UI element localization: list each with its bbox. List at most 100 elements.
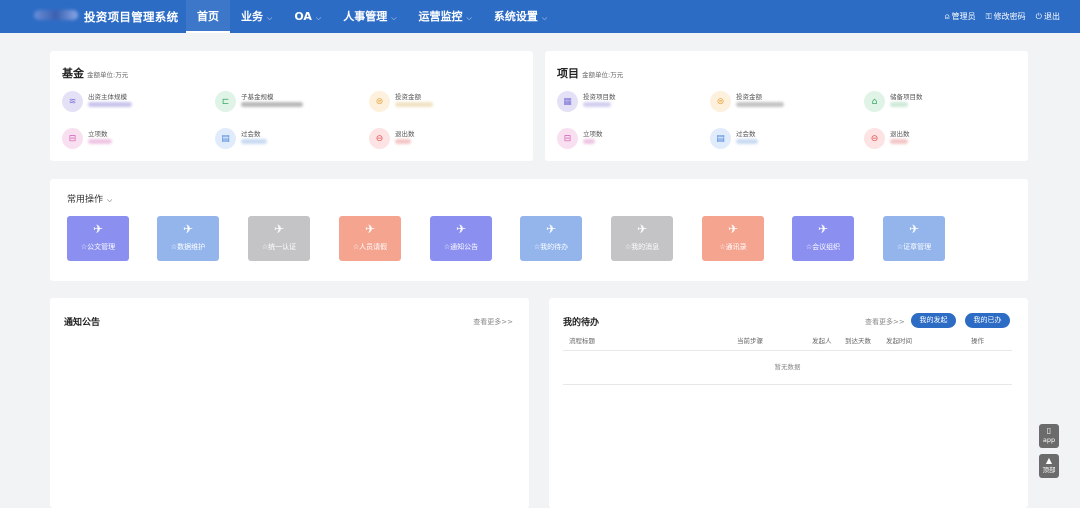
- tile-seal-mgmt[interactable]: ✈ ☆证章管理: [883, 216, 945, 261]
- inbox-icon: ⊟: [557, 128, 578, 149]
- main-nav: 首页 业务 ⌵ OA ⌵ 人事管理 ⌵ 运营监控 ⌵ 系统设置 ⌵: [186, 0, 558, 33]
- my-done-button[interactable]: 我的已办: [965, 313, 1010, 328]
- todo-more-link[interactable]: 查看更多>>: [865, 317, 905, 327]
- tile-notice[interactable]: ✈ ☆通知公告: [430, 216, 492, 261]
- column-header: 发起人: [812, 337, 832, 345]
- todo-panel: 我的待办 查看更多>> 我的发起 我的已办 流程标题 当前步骤 发起人 到达天数…: [549, 298, 1028, 508]
- coins-icon: ⊜: [710, 91, 731, 112]
- fund-stat-exit[interactable]: ⊖ 退出数: [369, 128, 415, 149]
- fund-stat-approved[interactable]: ⊟ 立项数: [62, 128, 112, 149]
- tile-meeting[interactable]: ✈ ☆会议组织: [792, 216, 854, 261]
- stat-value-redacted: [88, 102, 132, 107]
- top-label: 顶部: [1042, 466, 1056, 474]
- stat-label: 立项数: [88, 130, 108, 138]
- change-password-link[interactable]: ⚿ 修改密码: [986, 11, 1026, 22]
- nav-item-oa[interactable]: OA ⌵: [283, 0, 332, 33]
- quick-ops-card: 常用操作 ⌵ ✈ ☆公文管理 ✈ ☆数据维护 ✈ ☆统一认证 ✈ ☆人员请假 ✈ ☆通知公告…: [50, 179, 1028, 281]
- fund-stat-investor-scale[interactable]: ≋ 出资主体规模: [62, 91, 132, 112]
- tile-my-messages[interactable]: ✈ ☆我的消息: [611, 216, 673, 261]
- logout-label: 退出: [1044, 12, 1060, 21]
- tile-staff-leave[interactable]: ✈ ☆人员请假: [339, 216, 401, 261]
- user-menu[interactable]: ⍝ 管理员: [945, 11, 976, 22]
- column-header: 发起时间: [886, 337, 912, 345]
- airplane-icon: ✈: [908, 222, 920, 236]
- tile-contacts[interactable]: ✈ ☆通讯录: [702, 216, 764, 261]
- quick-ops-title: 常用操作: [67, 195, 104, 205]
- stat-label: 过会数: [736, 130, 756, 138]
- tile-unified-auth[interactable]: ✈ ☆统一认证: [248, 216, 310, 261]
- power-icon: ⏻: [1035, 11, 1042, 21]
- logo[interactable]: [34, 10, 78, 20]
- chevron-down-icon: ⌵: [466, 14, 472, 22]
- tile-label: ☆公文管理: [80, 243, 116, 251]
- back-to-top-button[interactable]: ▲ 顶部: [1039, 454, 1059, 478]
- nav-item-hr[interactable]: 人事管理 ⌵: [332, 0, 407, 33]
- project-stat-exit[interactable]: ⊖ 退出数: [864, 128, 910, 149]
- stat-label: 子基金规模: [241, 93, 274, 101]
- stat-value-redacted: [736, 102, 784, 107]
- airplane-icon: ✈: [727, 222, 739, 236]
- stat-label: 退出数: [890, 130, 910, 138]
- nav-item-label: 运营监控: [418, 10, 463, 23]
- project-stat-passed[interactable]: ▤ 过会数: [710, 128, 758, 149]
- nav-item-operations[interactable]: 运营监控 ⌵: [408, 0, 483, 33]
- user-icon: ⍝: [944, 11, 950, 21]
- tile-data-maintenance[interactable]: ✈ ☆数据维护: [157, 216, 219, 261]
- fund-title-text: 基金: [62, 67, 84, 80]
- inbox-icon: ⊟: [62, 128, 83, 149]
- tile-label: ☆通知公告: [443, 243, 479, 251]
- chevron-down-icon: ⌵: [541, 14, 548, 22]
- column-header: 流程标题: [569, 337, 595, 345]
- fund-stat-investment-amount[interactable]: ⊜ 投资金额: [369, 91, 433, 112]
- stat-value-redacted: [395, 139, 411, 144]
- user-label: 管理员: [951, 12, 976, 21]
- nav-item-label: 业务: [241, 10, 263, 23]
- notice-more-link[interactable]: 查看更多>>: [473, 317, 513, 327]
- document-icon: ▤: [215, 128, 236, 149]
- tile-label: ☆会议组织: [805, 243, 841, 251]
- nav-item-settings[interactable]: 系统设置 ⌵: [483, 0, 558, 33]
- stat-label: 过会数: [241, 130, 261, 138]
- quick-ops-toggle[interactable]: 常用操作 ⌵: [67, 192, 112, 205]
- project-stat-approved[interactable]: ⊟ 立项数: [557, 128, 603, 149]
- fund-stat-passed[interactable]: ▤ 过会数: [215, 128, 267, 149]
- nav-item-home[interactable]: 首页: [186, 0, 230, 33]
- tile-label: ☆我的待办: [533, 243, 569, 251]
- stat-label: 立项数: [583, 130, 603, 138]
- coins-icon: ⊜: [369, 91, 390, 112]
- column-header: 操作: [971, 337, 984, 345]
- project-stat-count[interactable]: ▦ 投资项目数: [557, 91, 616, 112]
- project-card: 项目 金额单位:万元 ▦ 投资项目数 ⊜ 投资金额 ⌂ 储备项目数 ⊟ 立项数 ▤…: [545, 51, 1028, 161]
- tile-my-todo[interactable]: ✈ ☆我的待办: [520, 216, 582, 261]
- nav-item-label: 人事管理: [343, 10, 388, 23]
- structure-icon: ⊏: [215, 91, 236, 112]
- tile-label: ☆数据维护: [170, 243, 206, 251]
- airplane-icon: ✈: [182, 222, 194, 236]
- nav-item-label: 系统设置: [493, 10, 538, 23]
- project-unit: 金额单位:万元: [582, 71, 624, 79]
- nav-item-business[interactable]: 业务 ⌵: [230, 0, 283, 33]
- project-stat-reserve[interactable]: ⌂ 储备项目数: [864, 91, 923, 112]
- calendar-icon: ▦: [557, 91, 578, 112]
- project-stat-investment-amount[interactable]: ⊜ 投资金额: [710, 91, 784, 112]
- layers-icon: ≋: [62, 91, 83, 112]
- nav-item-label: OA: [294, 10, 312, 23]
- my-initiated-button[interactable]: 我的发起: [911, 313, 956, 328]
- airplane-icon: ✈: [817, 222, 829, 236]
- exit-icon: ⊖: [369, 128, 390, 149]
- stat-label: 投资金额: [736, 93, 762, 101]
- fund-title: 基金 金额单位:万元: [62, 65, 128, 81]
- todo-table-header: 流程标题 当前步骤 发起人 到达天数 发起时间 操作: [563, 335, 1012, 351]
- stat-label: 退出数: [395, 130, 415, 138]
- nav-item-label: 首页: [197, 10, 219, 23]
- app-download-button[interactable]: ▯ app: [1039, 424, 1059, 448]
- app-label: app: [1042, 436, 1056, 444]
- logout-link[interactable]: ⏻ 退出: [1036, 11, 1060, 22]
- stat-value-redacted: [583, 139, 595, 144]
- fund-stat-subfund-scale[interactable]: ⊏ 子基金规模: [215, 91, 303, 112]
- top-navbar: 投资项目管理系统 首页 业务 ⌵ OA ⌵ 人事管理 ⌵ 运营监控 ⌵ 系统设置 ⌵ ⍝ 管…: [0, 0, 1080, 33]
- column-header: 到达天数: [845, 337, 871, 345]
- tile-document-mgmt[interactable]: ✈ ☆公文管理: [67, 216, 129, 261]
- stat-label: 出资主体规模: [88, 93, 127, 101]
- exit-icon: ⊖: [864, 128, 885, 149]
